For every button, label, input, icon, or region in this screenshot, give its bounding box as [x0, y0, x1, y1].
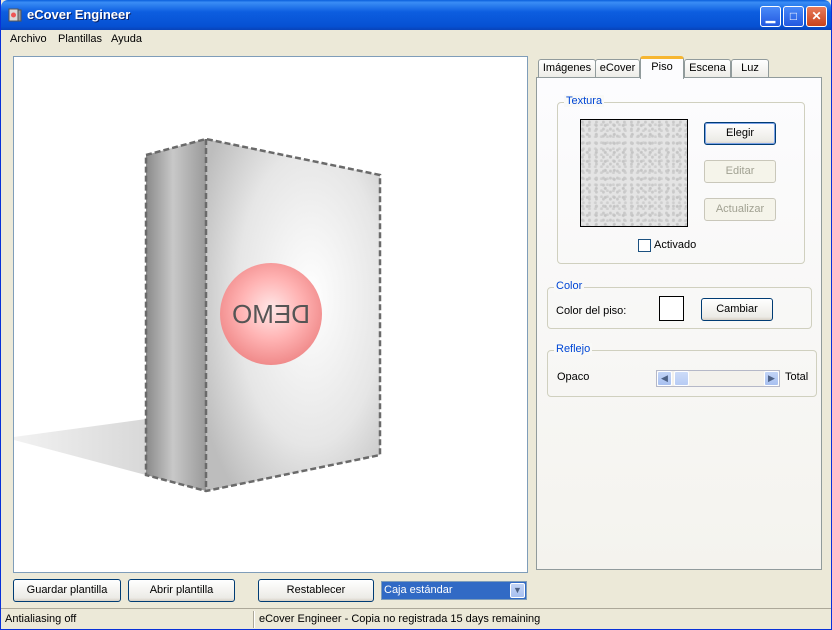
tab-escena[interactable]: Escena: [684, 59, 731, 78]
textura-group: Textura Elegir Editar Actualizar Activad…: [557, 95, 805, 264]
editar-button[interactable]: Editar: [704, 160, 776, 183]
box-side: [146, 139, 206, 491]
restablecer-button[interactable]: Restablecer: [258, 579, 374, 602]
texture-preview: [580, 119, 688, 227]
minimize-icon: ▁: [765, 9, 776, 23]
window-title: eCover Engineer: [27, 7, 131, 22]
maximize-icon: □: [789, 9, 798, 23]
piso-tab-panel: Textura Elegir Editar Actualizar Activad…: [536, 77, 822, 570]
main-window: eCover Engineer ▁ □ ✕ Archivo Plantillas…: [0, 0, 832, 630]
box-render: DEMO: [14, 137, 382, 493]
slider-thumb[interactable]: [674, 371, 689, 386]
cambiar-button[interactable]: Cambiar: [701, 298, 773, 321]
close-icon: ✕: [811, 9, 822, 23]
tab-ecover[interactable]: eCover: [595, 59, 640, 78]
reflejo-title: Reflejo: [554, 343, 593, 355]
tab-piso[interactable]: Piso: [640, 56, 684, 79]
chevron-down-icon[interactable]: ▼: [510, 583, 525, 598]
app-icon: [8, 8, 22, 22]
demo-label: DEMO: [232, 299, 310, 329]
floor-color-swatch[interactable]: [659, 296, 684, 321]
minimize-button[interactable]: ▁: [760, 6, 781, 27]
box-type-select[interactable]: Caja estándar ▼: [381, 581, 527, 600]
box-type-value: Caja estándar: [384, 584, 453, 596]
menu-ayuda[interactable]: Ayuda: [111, 33, 142, 45]
activado-checkbox[interactable]: [638, 239, 651, 252]
status-registration: eCover Engineer - Copia no registrada 15…: [259, 613, 541, 625]
activado-label: Activado: [654, 239, 697, 251]
maximize-button[interactable]: □: [783, 6, 804, 27]
reflejo-slider[interactable]: ◀ ▶: [656, 370, 780, 387]
floor-shadow: [14, 419, 146, 475]
close-button[interactable]: ✕: [806, 6, 827, 27]
color-floor-label: Color del piso:: [556, 305, 627, 317]
reflejo-total-label: Total: [785, 371, 809, 383]
guardar-plantilla-button[interactable]: Guardar plantilla: [13, 579, 121, 602]
reflejo-opaco-label: Opaco: [557, 371, 590, 383]
tab-imagenes[interactable]: Imágenes: [538, 59, 596, 78]
textura-title: Textura: [564, 95, 605, 107]
reflejo-group: Reflejo Opaco ◀ ▶ Total: [547, 343, 817, 397]
menu-archivo[interactable]: Archivo: [10, 33, 47, 45]
menu-bar: Archivo Plantillas Ayuda: [1, 30, 831, 50]
tab-luz[interactable]: Luz: [731, 59, 769, 78]
scroll-left-icon[interactable]: ◀: [657, 371, 672, 386]
abrir-plantilla-button[interactable]: Abrir plantilla: [128, 579, 235, 602]
elegir-button[interactable]: Elegir: [704, 122, 776, 145]
status-antialiasing: Antialiasing off: [5, 613, 77, 625]
color-group: Color Color del piso: Cambiar: [547, 280, 812, 329]
menu-plantillas[interactable]: Plantillas: [58, 33, 102, 45]
actualizar-button[interactable]: Actualizar: [704, 198, 776, 221]
cover-preview[interactable]: DEMO: [13, 56, 528, 573]
color-title: Color: [554, 280, 585, 292]
title-bar[interactable]: eCover Engineer ▁ □ ✕: [1, 0, 831, 30]
scroll-right-icon[interactable]: ▶: [764, 371, 779, 386]
status-bar: Antialiasing off eCover Engineer - Copia…: [1, 608, 831, 629]
